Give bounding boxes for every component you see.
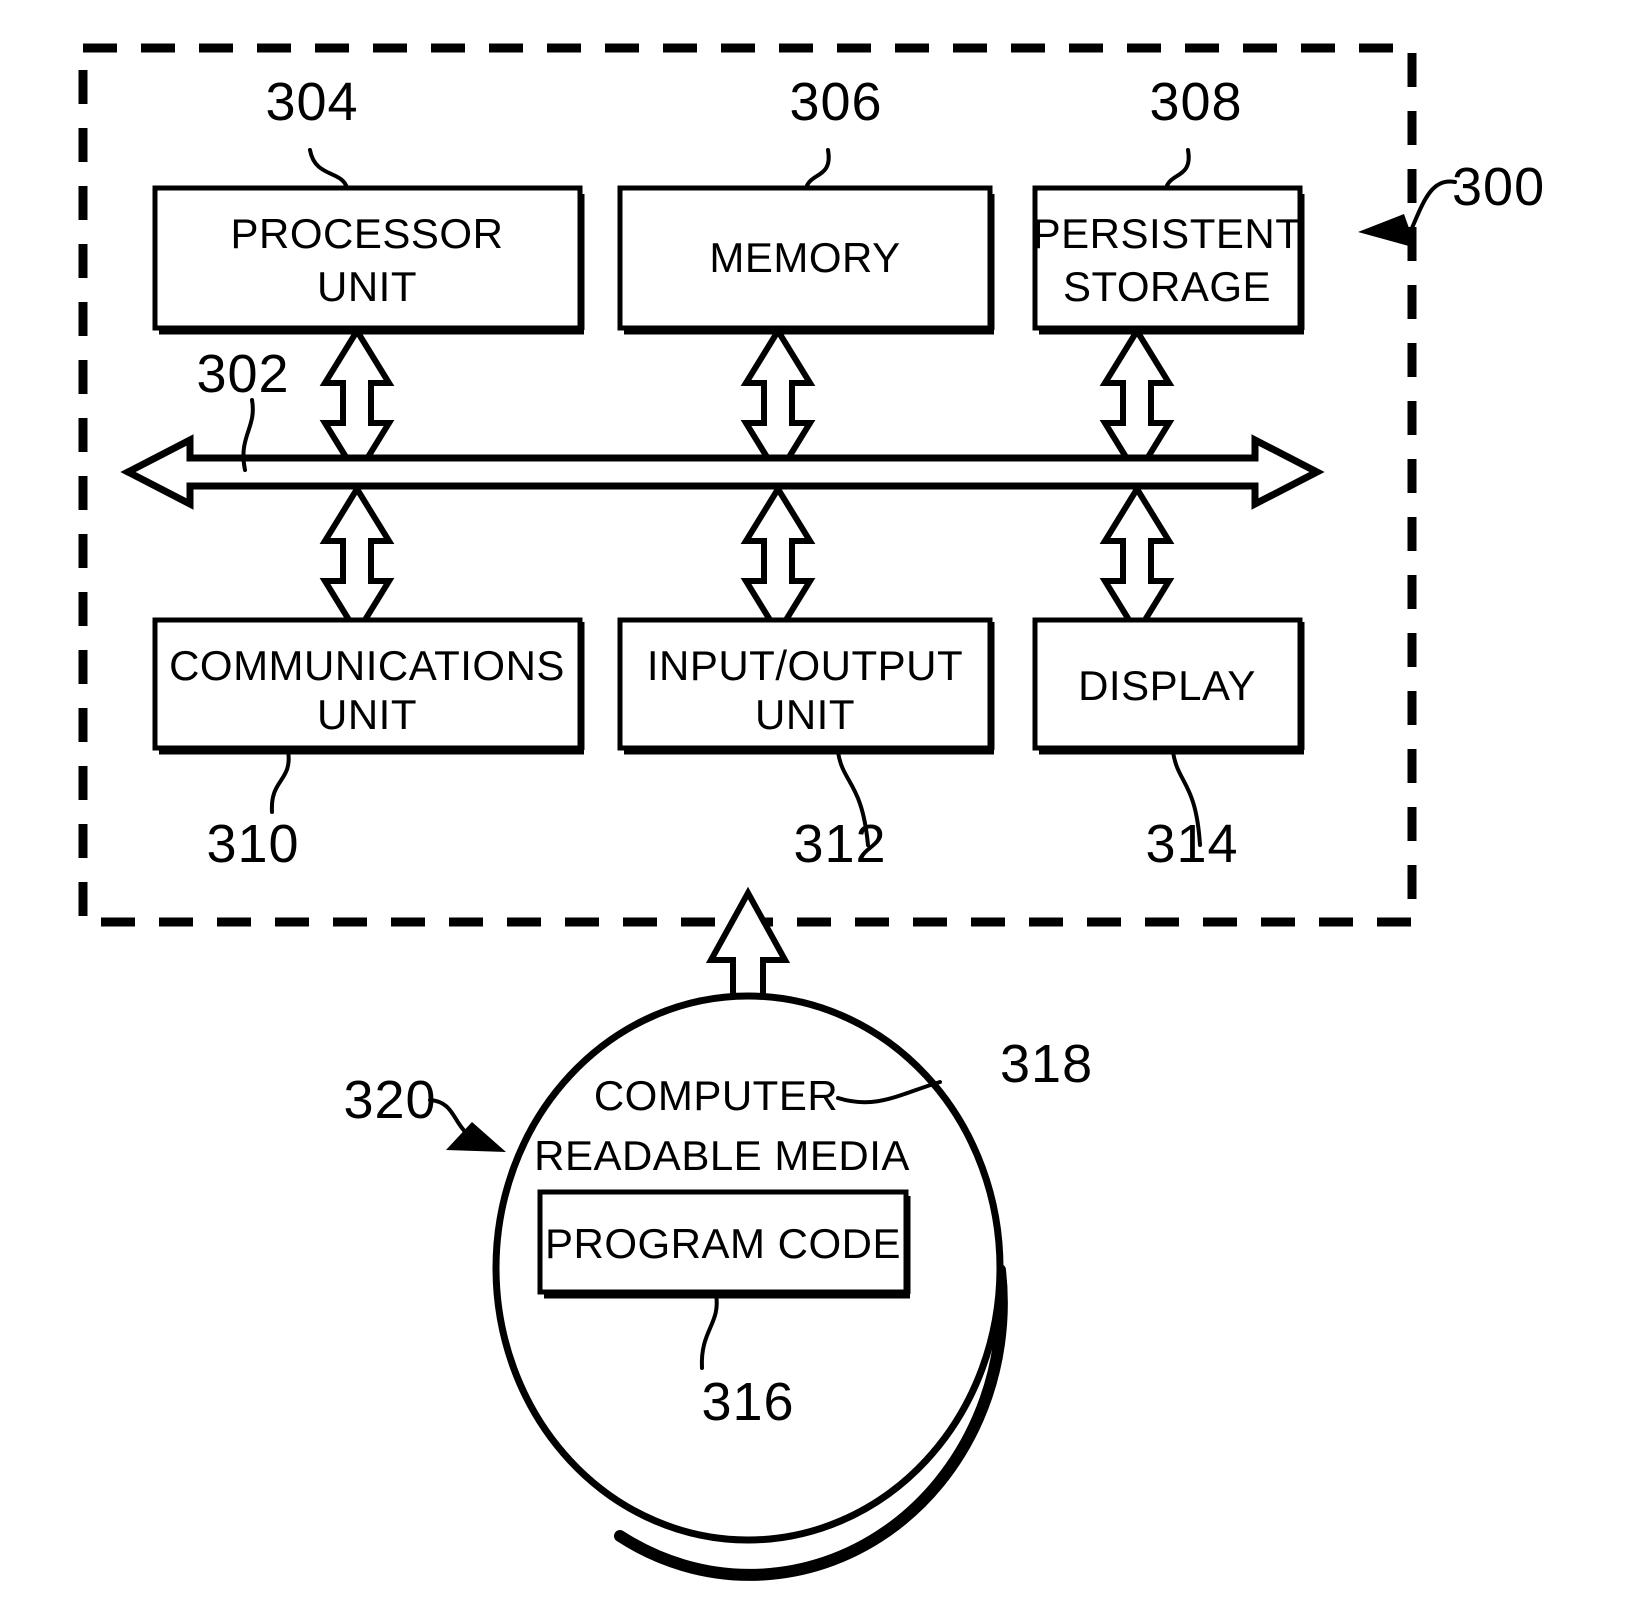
arrow-bus-to-io-unit xyxy=(740,483,816,639)
reference-number-306: 306 xyxy=(789,72,882,132)
arrow-bus-to-communications-unit xyxy=(319,483,395,639)
reference-leader-304 xyxy=(308,148,349,190)
reference-number-316: 316 xyxy=(701,1372,794,1432)
program-code-label: PROGRAM CODE xyxy=(545,1220,901,1267)
patent-diagram-svg: 300 PROCESSOR UNIT 304 MEMORY 306 PERSIS… xyxy=(78,43,1545,1581)
reference-number-320: 320 xyxy=(343,1070,436,1130)
reference-arrowhead-300 xyxy=(1358,214,1416,248)
io-unit-label-line1: INPUT/OUTPUT xyxy=(647,642,963,689)
media-title-line1: COMPUTER xyxy=(594,1072,838,1119)
block-program-code[interactable]: PROGRAM CODE xyxy=(537,1189,911,1299)
reference-number-300: 300 xyxy=(1452,157,1545,217)
reference-leader-310 xyxy=(269,748,291,814)
reference-leader-300 xyxy=(1410,179,1457,230)
reference-number-302: 302 xyxy=(196,344,289,404)
reference-leader-308 xyxy=(1164,148,1191,190)
arrow-bus-to-display xyxy=(1099,483,1175,639)
block-display[interactable]: DISPLAY xyxy=(1032,617,1305,755)
memory-label-line1: MEMORY xyxy=(709,234,900,281)
reference-arrowhead-320 xyxy=(446,1122,506,1152)
reference-number-318: 318 xyxy=(1000,1034,1093,1094)
persistent-storage-label-line1: PERSISTENT xyxy=(1033,210,1302,257)
reference-number-308: 308 xyxy=(1149,72,1242,132)
arrow-persistent-storage-to-bus xyxy=(1099,325,1175,481)
block-memory[interactable]: MEMORY xyxy=(617,185,995,335)
reference-number-312: 312 xyxy=(793,814,886,874)
block-persistent-storage[interactable]: PERSISTENT STORAGE xyxy=(1032,185,1305,335)
communications-unit-label-line1: COMMUNICATIONS xyxy=(169,642,565,689)
reference-number-304: 304 xyxy=(265,72,358,132)
communications-unit-label-line2: UNIT xyxy=(317,691,417,738)
io-unit-label-line2: UNIT xyxy=(755,691,855,738)
media-title-line2: READABLE MEDIA xyxy=(534,1132,910,1179)
persistent-storage-label-line2: STORAGE xyxy=(1063,263,1271,310)
reference-leader-306 xyxy=(804,148,831,190)
figure-canvas: 300 PROCESSOR UNIT 304 MEMORY 306 PERSIS… xyxy=(0,0,1626,1613)
block-communications-unit[interactable]: COMMUNICATIONS UNIT xyxy=(152,617,585,755)
block-processor-unit[interactable]: PROCESSOR UNIT xyxy=(152,185,585,335)
reference-number-314: 314 xyxy=(1145,814,1238,874)
processor-unit-label-line1: PROCESSOR xyxy=(231,210,504,257)
display-label-line1: DISPLAY xyxy=(1078,662,1256,709)
block-input-output-unit[interactable]: INPUT/OUTPUT UNIT xyxy=(617,617,995,755)
arrow-memory-to-bus xyxy=(740,325,816,481)
reference-number-310: 310 xyxy=(206,814,299,874)
processor-unit-label-line2: UNIT xyxy=(317,263,417,310)
arrow-media-to-system xyxy=(705,886,791,1013)
arrow-processor-to-bus xyxy=(319,325,395,481)
